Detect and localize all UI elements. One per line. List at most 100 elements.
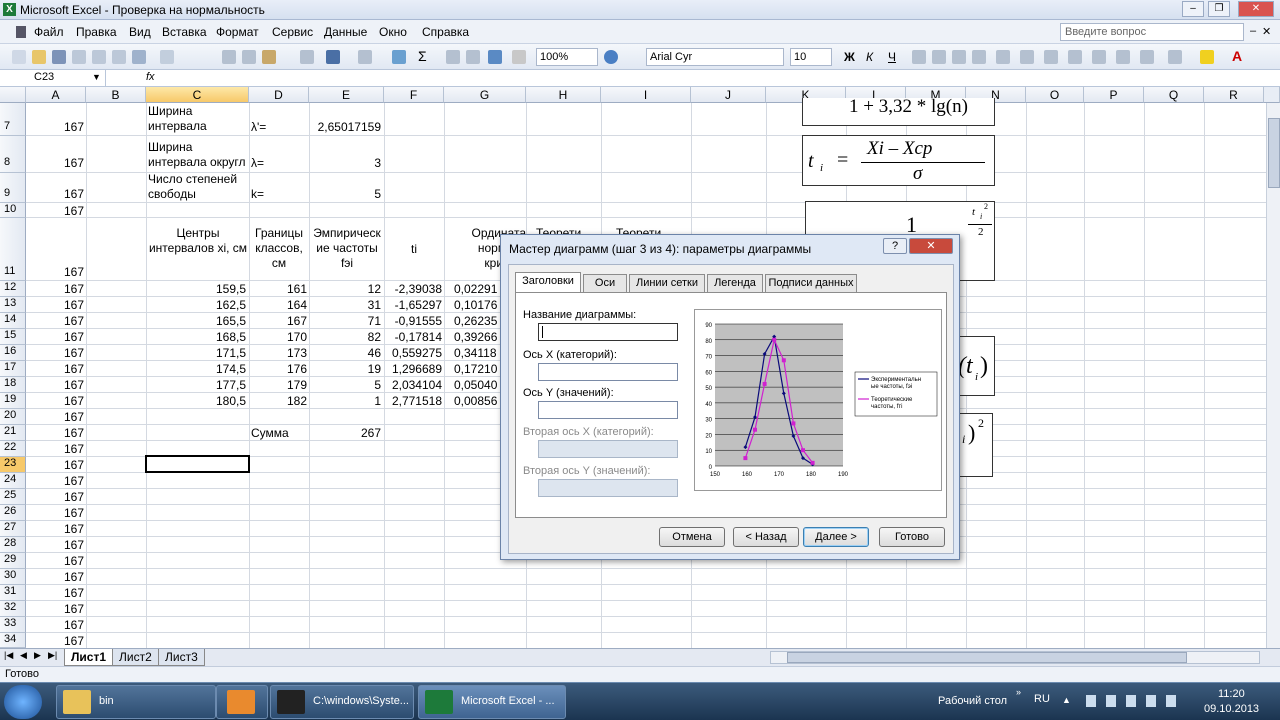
- maximize-button[interactable]: ❐: [1208, 1, 1230, 17]
- row-header-23[interactable]: 23: [0, 457, 26, 473]
- fx-icon[interactable]: fx: [146, 71, 155, 83]
- cell-d7[interactable]: λ'=: [251, 120, 307, 134]
- cell-f14[interactable]: -0,91555: [384, 314, 442, 328]
- help-icon[interactable]: [604, 50, 618, 64]
- v-scrollbar-top[interactable]: [1264, 87, 1280, 103]
- format-painter-icon[interactable]: [300, 50, 314, 64]
- row-header-29[interactable]: 29: [0, 553, 26, 569]
- col-header-j[interactable]: J: [691, 87, 766, 103]
- row-header-11[interactable]: 11: [0, 218, 26, 281]
- cell-a7[interactable]: 167: [26, 120, 84, 134]
- select-all-corner[interactable]: [0, 87, 26, 103]
- cell-e12[interactable]: 12: [309, 282, 381, 296]
- cell-a26[interactable]: 167: [26, 506, 84, 520]
- cell-a30[interactable]: 167: [26, 570, 84, 584]
- cell-d16[interactable]: 173: [249, 346, 307, 360]
- row-header-32[interactable]: 32: [0, 601, 26, 617]
- cell-f17[interactable]: 1,296689: [384, 362, 442, 376]
- tab-legend[interactable]: Легенда: [707, 274, 763, 292]
- doc-close-icon[interactable]: ✕: [1262, 25, 1271, 38]
- cell-f15[interactable]: -0,17814: [384, 330, 442, 344]
- font-size-select[interactable]: 10: [790, 48, 832, 66]
- sort-desc-icon[interactable]: [466, 50, 480, 64]
- menu-data[interactable]: Данные: [324, 25, 367, 39]
- cell-g13[interactable]: 0,10176: [454, 298, 500, 312]
- menu-view[interactable]: Вид: [129, 25, 151, 39]
- cell-a27[interactable]: 167: [26, 522, 84, 536]
- cell-c13[interactable]: 162,5: [146, 298, 246, 312]
- cell-f11[interactable]: ti: [384, 242, 444, 256]
- row-header-9[interactable]: 9: [0, 173, 26, 203]
- dialog-help-button[interactable]: ?: [883, 238, 907, 254]
- cell-e11[interactable]: Эмпирическ ие частоты fэi: [310, 226, 384, 271]
- col-header-a[interactable]: A: [26, 87, 86, 103]
- currency-icon[interactable]: [996, 50, 1010, 64]
- col-header-o[interactable]: O: [1026, 87, 1084, 103]
- cell-d17[interactable]: 176: [249, 362, 307, 376]
- finish-button[interactable]: Готово: [879, 527, 945, 547]
- row-header-30[interactable]: 30: [0, 569, 26, 585]
- cell-a10[interactable]: 167: [26, 204, 84, 218]
- minimize-button[interactable]: –: [1182, 1, 1204, 17]
- tray-icon-2[interactable]: [1106, 695, 1116, 707]
- cell-c11[interactable]: Центры интервалов xi, см: [148, 226, 248, 256]
- row-header-27[interactable]: 27: [0, 521, 26, 537]
- col-header-p[interactable]: P: [1084, 87, 1144, 103]
- tray-icon-3[interactable]: [1126, 695, 1136, 707]
- col-header-b[interactable]: B: [86, 87, 146, 103]
- menu-edit[interactable]: Правка: [76, 25, 117, 39]
- save-icon[interactable]: [52, 50, 66, 64]
- cell-a24[interactable]: 167: [26, 474, 84, 488]
- col-header-d[interactable]: D: [249, 87, 309, 103]
- formula-ft[interactable]: (t i ): [955, 336, 995, 396]
- permission-icon[interactable]: [72, 50, 86, 64]
- cell-c15[interactable]: 168,5: [146, 330, 246, 344]
- cell-a29[interactable]: 167: [26, 554, 84, 568]
- fill-color-icon[interactable]: [1200, 50, 1214, 64]
- row-header-7[interactable]: 7: [0, 103, 26, 136]
- language-indicator[interactable]: RU: [1034, 693, 1050, 705]
- align-right-icon[interactable]: [952, 50, 966, 64]
- sheet-nav-prev-icon[interactable]: ◀: [20, 650, 27, 661]
- cell-g14[interactable]: 0,26235: [454, 314, 500, 328]
- cell-g18[interactable]: 0,05040: [454, 378, 500, 392]
- font-color-icon[interactable]: A: [1232, 48, 1242, 64]
- row-header-18[interactable]: 18: [0, 377, 26, 393]
- menu-file[interactable]: Файл: [34, 25, 64, 39]
- cell-f12[interactable]: -2,39038: [384, 282, 442, 296]
- formula-sturges[interactable]: 1 + 3,32 * lg(n): [802, 96, 995, 126]
- cell-a21[interactable]: 167: [26, 426, 84, 440]
- clock-time[interactable]: 11:20: [1218, 688, 1245, 700]
- row-header-31[interactable]: 31: [0, 585, 26, 601]
- row-header-16[interactable]: 16: [0, 345, 26, 361]
- cell-c14[interactable]: 165,5: [146, 314, 246, 328]
- cell-e8[interactable]: 3: [309, 156, 381, 170]
- cell-g12[interactable]: 0,02291: [454, 282, 500, 296]
- cell-g17[interactable]: 0,17210: [454, 362, 500, 376]
- align-left-icon[interactable]: [912, 50, 926, 64]
- redo-icon[interactable]: [358, 50, 372, 64]
- dec-decimal-icon[interactable]: [1092, 50, 1106, 64]
- zoom-select[interactable]: 100%: [536, 48, 598, 66]
- taskbar-item-media[interactable]: [216, 685, 268, 719]
- col-header-f[interactable]: F: [384, 87, 444, 103]
- new-icon[interactable]: [12, 50, 26, 64]
- clock-date[interactable]: 09.10.2013: [1204, 703, 1259, 715]
- cell-e21[interactable]: 267: [309, 426, 381, 440]
- cell-a22[interactable]: 167: [26, 442, 84, 456]
- cell-d9[interactable]: k=: [251, 187, 307, 201]
- cell-a31[interactable]: 167: [26, 586, 84, 600]
- cell-e18[interactable]: 5: [309, 378, 381, 392]
- cell-g19[interactable]: 0,00856: [454, 394, 500, 408]
- y-axis-input[interactable]: [538, 401, 678, 419]
- cell-a17[interactable]: 167: [26, 362, 84, 376]
- row-header-12[interactable]: 12: [0, 281, 26, 297]
- chart-title-input[interactable]: [538, 323, 678, 341]
- volume-icon[interactable]: [1166, 695, 1176, 707]
- row-header-33[interactable]: 33: [0, 617, 26, 633]
- cell-a16[interactable]: 167: [26, 346, 84, 360]
- cell-a14[interactable]: 167: [26, 314, 84, 328]
- row-header-26[interactable]: 26: [0, 505, 26, 521]
- bluetooth-icon[interactable]: [1086, 695, 1096, 707]
- sort-asc-icon[interactable]: [446, 50, 460, 64]
